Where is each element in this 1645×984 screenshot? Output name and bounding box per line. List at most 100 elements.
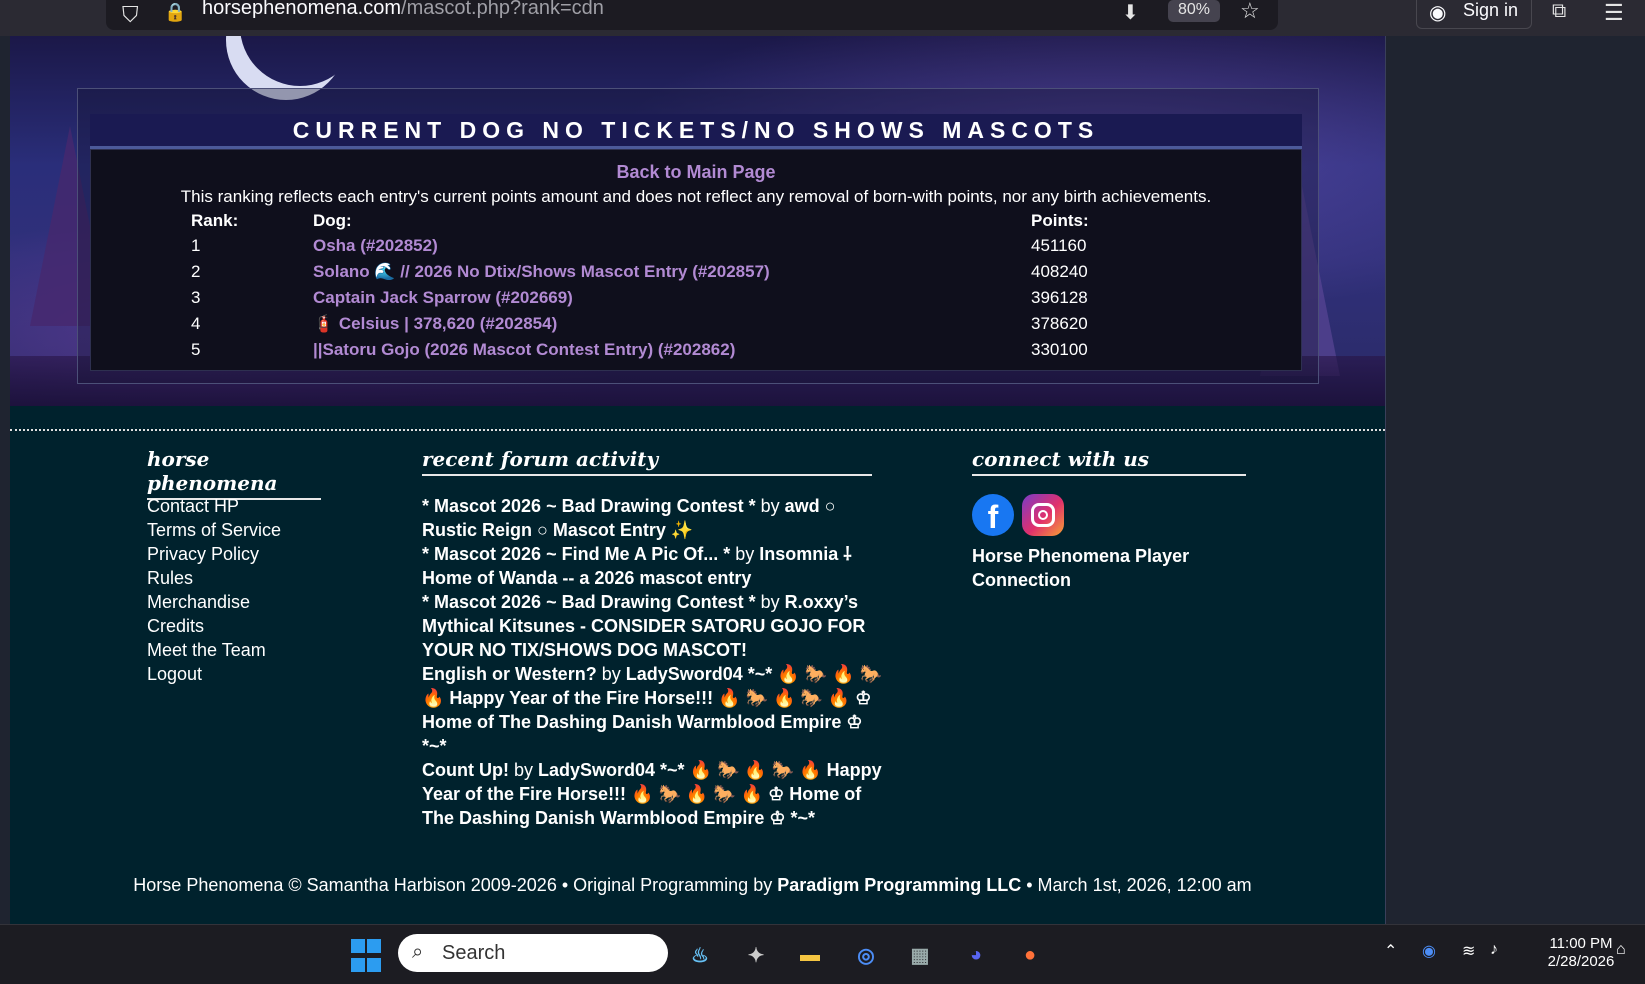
dog-link[interactable]: Osha (#202852) xyxy=(313,236,1063,256)
rank-cell: 2 xyxy=(191,262,201,281)
credits-link[interactable]: Credits xyxy=(147,614,367,638)
notification-icon[interactable]: ⌂ xyxy=(1616,941,1626,959)
points-cell: 330100 xyxy=(1031,340,1088,359)
search-icon: ⌕ xyxy=(412,941,424,963)
ranking-body: Back to Main Page This ranking reflects … xyxy=(90,149,1302,371)
rank-cell: 5 xyxy=(191,340,201,359)
search-label: Search xyxy=(442,942,506,964)
back-to-main-link[interactable]: Back to Main Page xyxy=(91,162,1301,183)
dog-header: Dog: xyxy=(313,211,352,230)
by-text: by xyxy=(755,592,785,612)
dog-link[interactable]: Captain Jack Sparrow (#202669) xyxy=(313,288,1063,308)
forum-item: Count Up! by LadySword04 *~* 🔥 🐎 🔥 🐎 🔥 H… xyxy=(422,758,882,830)
lock-icon[interactable]: 🔒 xyxy=(164,2,186,23)
points-cell: 408240 xyxy=(1031,262,1088,281)
points-cell: 396128 xyxy=(1031,288,1088,307)
table-row: 5 ||Satoru Gojo (2026 Mascot Contest Ent… xyxy=(91,340,1301,366)
file-explorer-icon[interactable]: ▬ xyxy=(792,937,828,973)
browser-toolbar: ⛉ 🔒 horsephenomena.com/mascot.php?rank=c… xyxy=(0,0,1645,36)
windows-start-icon[interactable] xyxy=(348,937,384,973)
url-text[interactable]: horsephenomena.com/mascot.php?rank=cdn xyxy=(202,0,604,20)
extensions-icon[interactable]: ⧉ xyxy=(1552,0,1566,23)
forum-activity-list: * Mascot 2026 ~ Bad Drawing Contest * by… xyxy=(422,494,882,830)
forum-item: English or Western? by LadySword04 *~* 🔥… xyxy=(422,662,882,758)
footer-heading-forum: recent forum activity xyxy=(422,447,872,476)
clock-time: 11:00 PM xyxy=(1549,935,1613,952)
dog-link[interactable]: ||Satoru Gojo (2026 Mascot Contest Entry… xyxy=(313,340,1063,360)
chevron-up-icon[interactable]: ⌃ xyxy=(1384,941,1397,961)
copyright-date: • March 1st, 2026, 12:00 am xyxy=(1021,875,1252,895)
footer-divider xyxy=(10,429,1385,431)
social-icons: f xyxy=(972,494,1242,536)
rank-cell: 4 xyxy=(191,314,201,333)
sign-in-label: Sign in xyxy=(1463,0,1519,20)
calculator-icon[interactable]: ▦ xyxy=(902,937,938,973)
dog-link[interactable]: Solano 🌊 // 2026 No Dtix/Shows Mascot En… xyxy=(313,262,1063,282)
wifi-icon[interactable]: ≋ xyxy=(1462,941,1475,961)
hero-banner: CURRENT DOG NO TICKETS/NO SHOWS MASCOTS … xyxy=(10,36,1385,406)
table-row: 4 🧯 Celsius | 378,620 (#202854) 378620 xyxy=(91,314,1301,340)
privacy-link[interactable]: Privacy Policy xyxy=(147,542,367,566)
contact-link[interactable]: Contact HP xyxy=(147,494,367,518)
app-icon[interactable]: ◎ xyxy=(848,937,884,973)
address-bar[interactable]: ⛉ 🔒 horsephenomena.com/mascot.php?rank=c… xyxy=(106,0,1278,30)
forum-topic-link[interactable]: * Mascot 2026 ~ Find Me A Pic Of... * xyxy=(422,544,730,564)
moon-graphic xyxy=(240,36,360,86)
bookmark-star-icon[interactable]: ☆ xyxy=(1240,0,1260,24)
forum-topic-link[interactable]: English or Western? xyxy=(422,664,597,684)
forum-item: * Mascot 2026 ~ Find Me A Pic Of... * by… xyxy=(422,542,882,590)
copyright-line: Horse Phenomena © Samantha Harbison 2009… xyxy=(0,875,1385,896)
dog-link[interactable]: 🧯 Celsius | 378,620 (#202854) xyxy=(313,314,1063,334)
paradigm-link[interactable]: Paradigm Programming LLC xyxy=(777,875,1021,895)
steam-icon[interactable]: ♨ xyxy=(682,937,718,973)
firefox-icon[interactable]: ● xyxy=(1012,937,1048,973)
table-row: 1 Osha (#202852) 451160 xyxy=(91,236,1301,262)
clock-date: 2/28/2026 xyxy=(1547,953,1615,970)
logout-link[interactable]: Logout xyxy=(147,662,367,686)
table-row: 2 Solano 🌊 // 2026 No Dtix/Shows Mascot … xyxy=(91,262,1301,288)
forum-topic-link[interactable]: Count Up! xyxy=(422,760,509,780)
hamburger-menu-icon[interactable]: ☰ xyxy=(1604,0,1624,26)
points-cell: 378620 xyxy=(1031,314,1088,333)
tray-app-icon[interactable]: ◉ xyxy=(1422,941,1436,961)
instagram-icon[interactable] xyxy=(1022,494,1064,536)
merchandise-link[interactable]: Merchandise xyxy=(147,590,367,614)
rank-cell: 3 xyxy=(191,288,201,307)
forum-topic-link[interactable]: * Mascot 2026 ~ Bad Drawing Contest * xyxy=(422,592,756,612)
connect-section: f Horse Phenomena Player Connection xyxy=(972,494,1242,592)
ranking-title: CURRENT DOG NO TICKETS/NO SHOWS MASCOTS xyxy=(90,114,1302,149)
footer-links: Contact HP Terms of Service Privacy Poli… xyxy=(147,494,367,686)
sign-in-button[interactable]: ◉ Sign in xyxy=(1416,0,1532,29)
discord-icon[interactable]: ◕ xyxy=(958,937,994,973)
by-text: by xyxy=(596,664,626,684)
save-page-icon[interactable]: ⬇ xyxy=(1122,0,1139,25)
by-text: by xyxy=(508,760,538,780)
forum-item: * Mascot 2026 ~ Bad Drawing Contest * by… xyxy=(422,590,882,662)
taskbar-search[interactable]: ⌕ Search xyxy=(398,934,668,972)
shield-icon[interactable]: ⛉ xyxy=(122,2,139,28)
table-row: 3 Captain Jack Sparrow (#202669) 396128 xyxy=(91,288,1301,314)
game-app-icon[interactable]: ✦ xyxy=(738,937,774,973)
zoom-level-button[interactable]: 80% xyxy=(1168,0,1221,22)
forum-item: * Mascot 2026 ~ Bad Drawing Contest * by… xyxy=(422,494,882,542)
footer-heading-connect: connect with us xyxy=(972,447,1246,476)
rank-cell: 1 xyxy=(191,236,201,255)
volume-icon[interactable]: ♪ xyxy=(1490,941,1498,959)
footer-heading-horse-phenomena: horse phenomena xyxy=(147,447,321,500)
account-icon: ◉ xyxy=(1429,2,1447,24)
by-text: by xyxy=(730,544,760,564)
terms-link[interactable]: Terms of Service xyxy=(147,518,367,542)
windows-taskbar: ⌕ Search ♨ ✦ ▬ ◎ ▦ ◕ ● ⌃ ◉ ≋ ♪ 11:00 PM … xyxy=(0,924,1645,984)
player-connection-link[interactable]: Horse Phenomena Player Connection xyxy=(972,544,1242,592)
copyright-text: Horse Phenomena © Samantha Harbison 2009… xyxy=(133,875,778,895)
ranking-description: This ranking reflects each entry's curre… xyxy=(180,187,1212,206)
rules-link[interactable]: Rules xyxy=(147,566,367,590)
forum-topic-link[interactable]: * Mascot 2026 ~ Bad Drawing Contest * xyxy=(422,496,756,516)
rank-header: Rank: xyxy=(191,211,239,230)
team-link[interactable]: Meet the Team xyxy=(147,638,367,662)
system-clock[interactable]: 11:00 PM 2/28/2026 xyxy=(1536,935,1626,971)
facebook-icon[interactable]: f xyxy=(972,494,1014,536)
by-text: by xyxy=(755,496,785,516)
points-cell: 451160 xyxy=(1031,236,1087,255)
back-link-text[interactable]: Back to Main Page xyxy=(616,162,775,182)
